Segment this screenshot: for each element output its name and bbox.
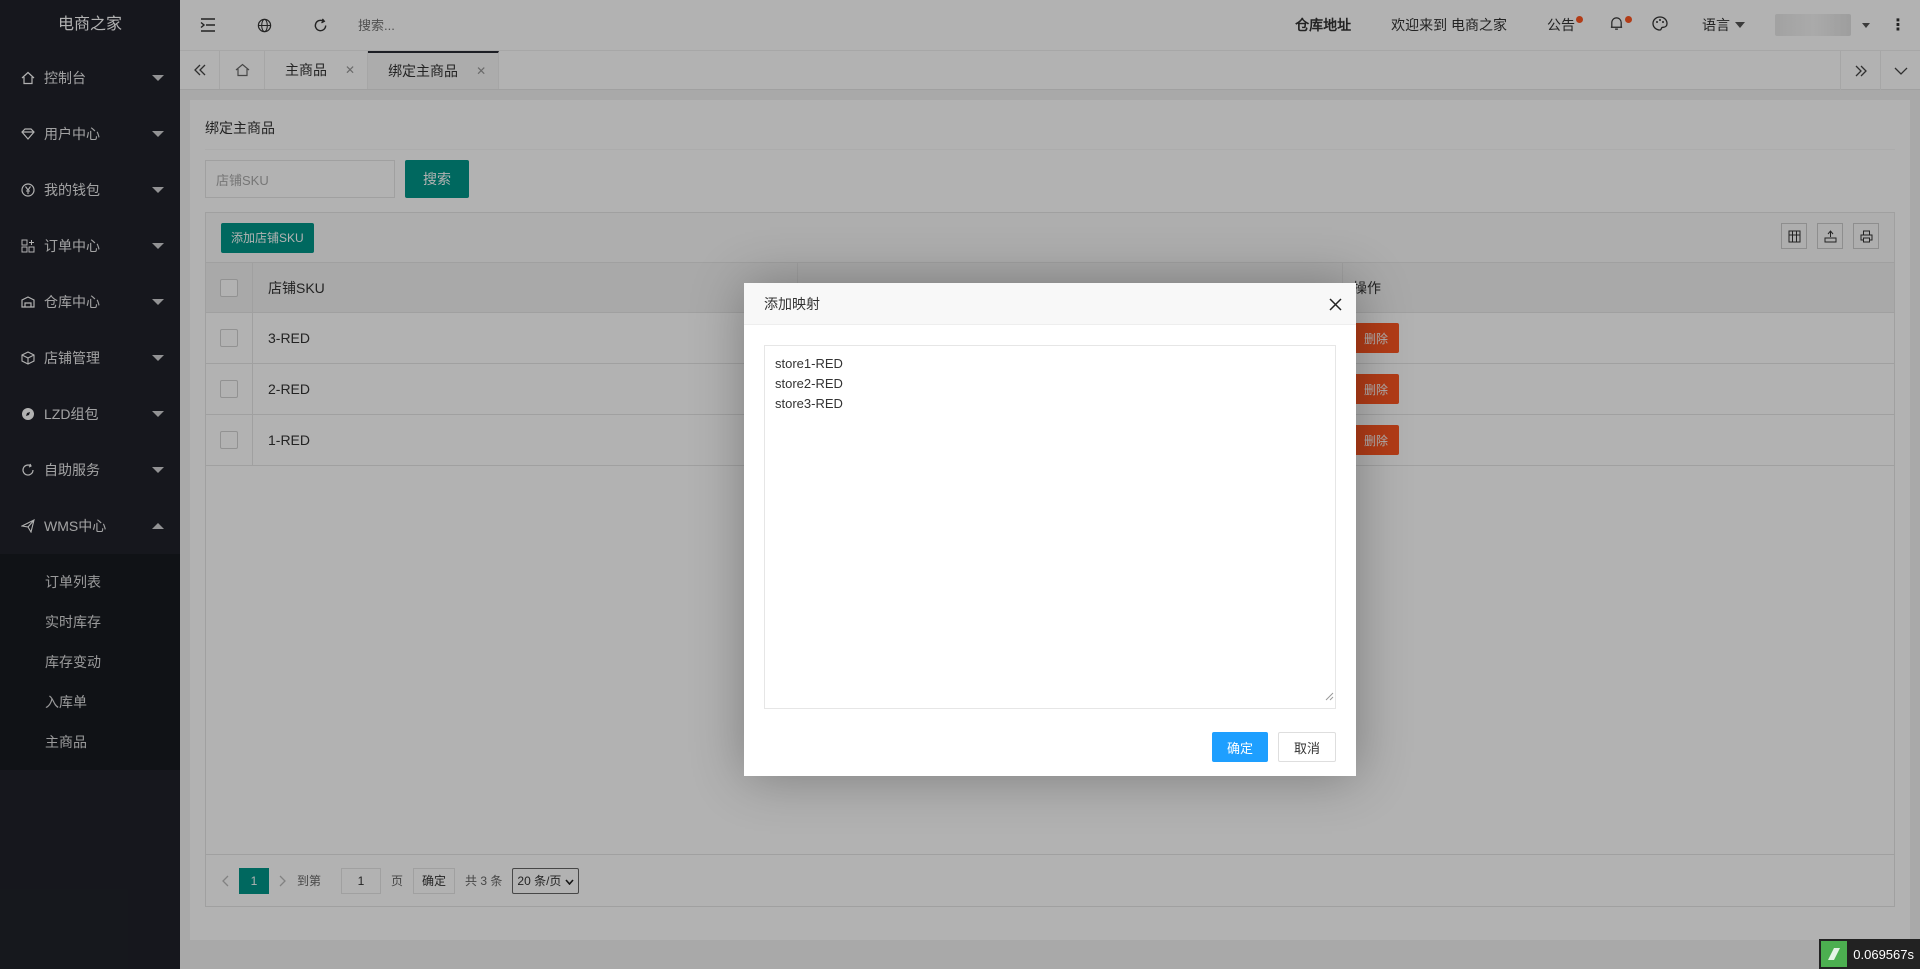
dialog-header: 添加映射 [744,283,1356,325]
dialog-title: 添加映射 [764,296,820,312]
cancel-button[interactable]: 取消 [1277,732,1336,762]
add-mapping-dialog: 添加映射 store1-RED store2-RED store3-RED 确定… [744,283,1356,776]
debug-timer-badge[interactable]: 0.069567s [1819,939,1920,969]
close-icon[interactable] [1329,283,1342,325]
debug-bar-icon [1821,941,1848,967]
textarea-line: store1-RED [775,356,843,371]
dialog-body: store1-RED store2-RED store3-RED [744,325,1356,729]
confirm-button[interactable]: 确定 [1211,732,1268,762]
textarea-line: store3-RED [775,396,843,411]
textarea-line: store2-RED [775,376,843,391]
debug-time: 0.069567s [1853,946,1914,962]
sku-mapping-textarea[interactable]: store1-RED store2-RED store3-RED [764,345,1336,709]
resize-handle-icon[interactable] [1325,687,1334,707]
dialog-footer: 确定 取消 [1211,732,1336,762]
